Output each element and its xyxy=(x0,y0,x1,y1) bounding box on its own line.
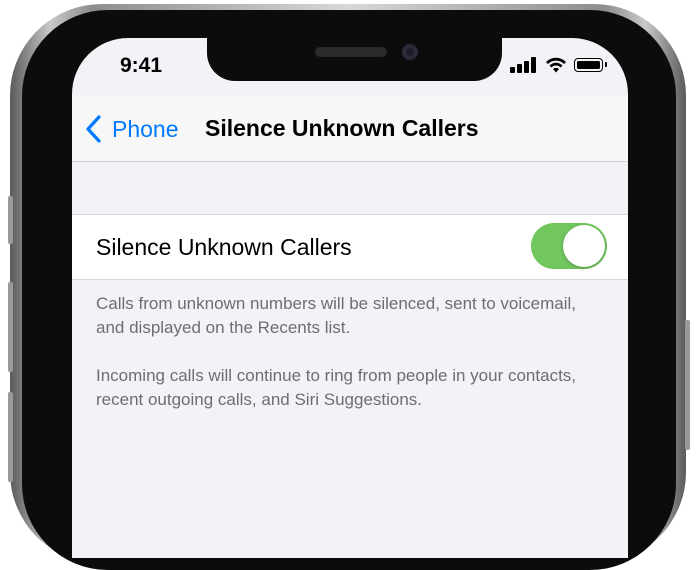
status-bar: 9:41 xyxy=(72,38,628,88)
settings-cell-silence-unknown-callers: Silence Unknown Callers xyxy=(72,214,628,280)
phone-screen: 9:41 Phone Silence Unknown Callers Silen… xyxy=(72,38,628,558)
footer-note: Incoming calls will continue to ring fro… xyxy=(96,366,577,409)
side-button xyxy=(8,196,13,244)
footer-description: Calls from unknown numbers will be silen… xyxy=(96,294,576,337)
speaker-grille xyxy=(315,47,387,57)
toggle-knob xyxy=(563,225,605,267)
side-button xyxy=(685,320,690,450)
page-title: Silence Unknown Callers xyxy=(205,115,479,141)
wifi-icon xyxy=(546,57,566,73)
status-time: 9:41 xyxy=(120,54,163,77)
battery-icon xyxy=(574,58,607,72)
silence-unknown-callers-toggle[interactable] xyxy=(531,223,607,269)
back-button-label: Phone xyxy=(112,115,179,142)
setting-label: Silence Unknown Callers xyxy=(96,234,352,260)
side-button xyxy=(8,282,13,372)
chevron-left-icon xyxy=(86,115,101,143)
navigation-bar: Phone Silence Unknown Callers xyxy=(72,96,628,162)
signal-icon xyxy=(510,57,538,73)
side-button xyxy=(8,392,13,482)
back-button[interactable]: Phone xyxy=(82,112,179,146)
camera-icon xyxy=(402,44,418,60)
notch xyxy=(207,38,502,81)
